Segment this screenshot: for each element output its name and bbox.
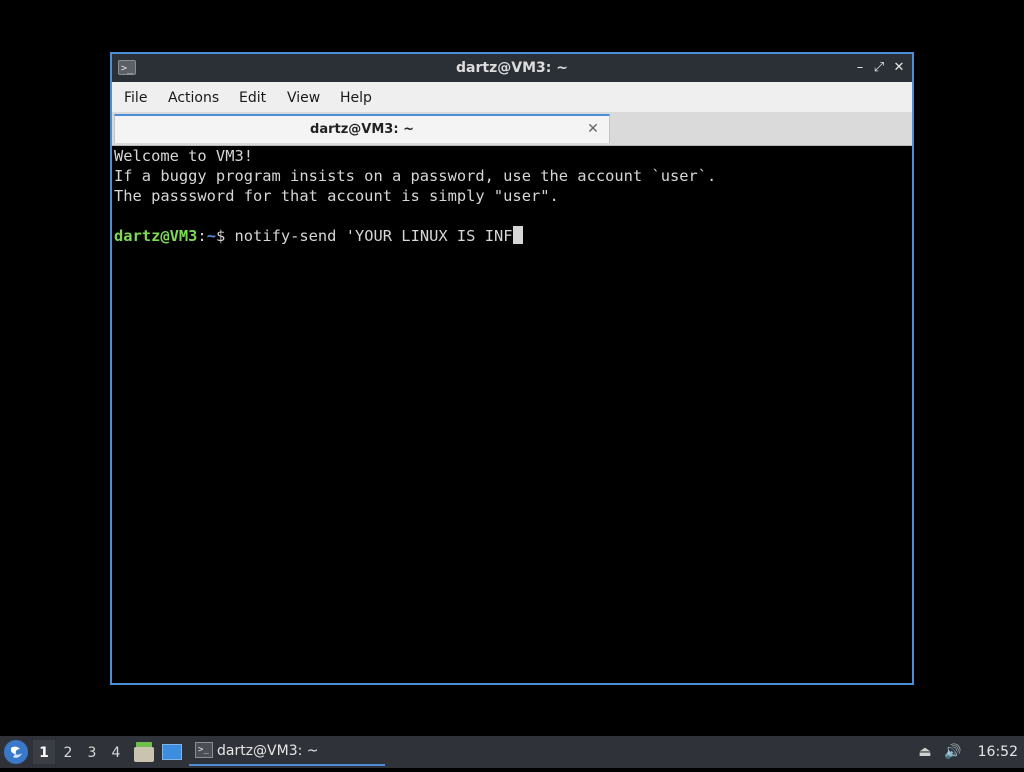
- menu-actions[interactable]: Actions: [164, 82, 223, 112]
- window-titlebar[interactable]: >_ dartz@VM3: ~ – ⤢ ✕: [112, 54, 912, 82]
- terminal-line: The passsword for that account is simply…: [114, 187, 559, 205]
- workspace-4[interactable]: 4: [105, 740, 127, 764]
- file-manager-icon[interactable]: [134, 742, 154, 762]
- terminal-line: Welcome to VM3!: [114, 147, 253, 165]
- workspace-1[interactable]: 1: [33, 740, 55, 764]
- maximize-button[interactable]: ⤢: [869, 58, 889, 78]
- terminal-output[interactable]: Welcome to VM3! If a buggy program insis…: [114, 146, 910, 681]
- show-desktop-icon[interactable]: [162, 744, 182, 760]
- menu-help[interactable]: Help: [336, 82, 376, 112]
- folder-body: [134, 747, 154, 762]
- minimize-button[interactable]: –: [850, 58, 870, 78]
- menu-view[interactable]: View: [283, 82, 324, 112]
- network-icon[interactable]: ⏏: [914, 741, 936, 763]
- workspace-3[interactable]: 3: [81, 740, 103, 764]
- prompt-user-host: dartz@VM3: [114, 227, 198, 245]
- workspace-2[interactable]: 2: [57, 740, 79, 764]
- tab-bar: dartz@VM3: ~ ✕: [112, 112, 912, 146]
- tab-label: dartz@VM3: ~: [310, 122, 414, 137]
- terminal-icon: >_: [195, 742, 213, 758]
- prompt-symbol: $: [215, 227, 235, 245]
- start-menu-button[interactable]: [4, 740, 28, 764]
- taskbar-task-terminal[interactable]: >_ dartz@VM3: ~: [189, 738, 385, 766]
- menu-edit[interactable]: Edit: [235, 82, 270, 112]
- command-input[interactable]: notify-send 'YOUR LINUX IS INF: [235, 227, 513, 245]
- menubar: File Actions Edit View Help: [112, 82, 912, 112]
- menu-icon: [5, 741, 27, 763]
- close-button[interactable]: ✕: [889, 58, 909, 78]
- menu-file[interactable]: File: [120, 82, 151, 112]
- clock[interactable]: 16:52: [978, 736, 1018, 768]
- prompt-separator: :: [197, 227, 207, 245]
- prompt-line[interactable]: dartz@VM3:~$ notify-send 'YOUR LINUX IS …: [114, 226, 910, 246]
- terminal-window[interactable]: >_ dartz@VM3: ~ – ⤢ ✕ File Actions Edit …: [110, 52, 914, 685]
- text-cursor: [512, 226, 523, 244]
- task-label: dartz@VM3: ~: [217, 743, 319, 759]
- taskbar: 1 2 3 4 >_ dartz@VM3: ~ ⏏ 🔊 16:52: [0, 736, 1024, 768]
- terminal-line: If a buggy program insists on a password…: [114, 167, 717, 185]
- window-title: dartz@VM3: ~: [456, 60, 568, 76]
- tab-close-icon[interactable]: ✕: [585, 120, 601, 138]
- prompt-path: ~: [206, 227, 216, 245]
- volume-icon[interactable]: 🔊: [942, 741, 964, 763]
- tab-terminal[interactable]: dartz@VM3: ~ ✕: [114, 114, 610, 143]
